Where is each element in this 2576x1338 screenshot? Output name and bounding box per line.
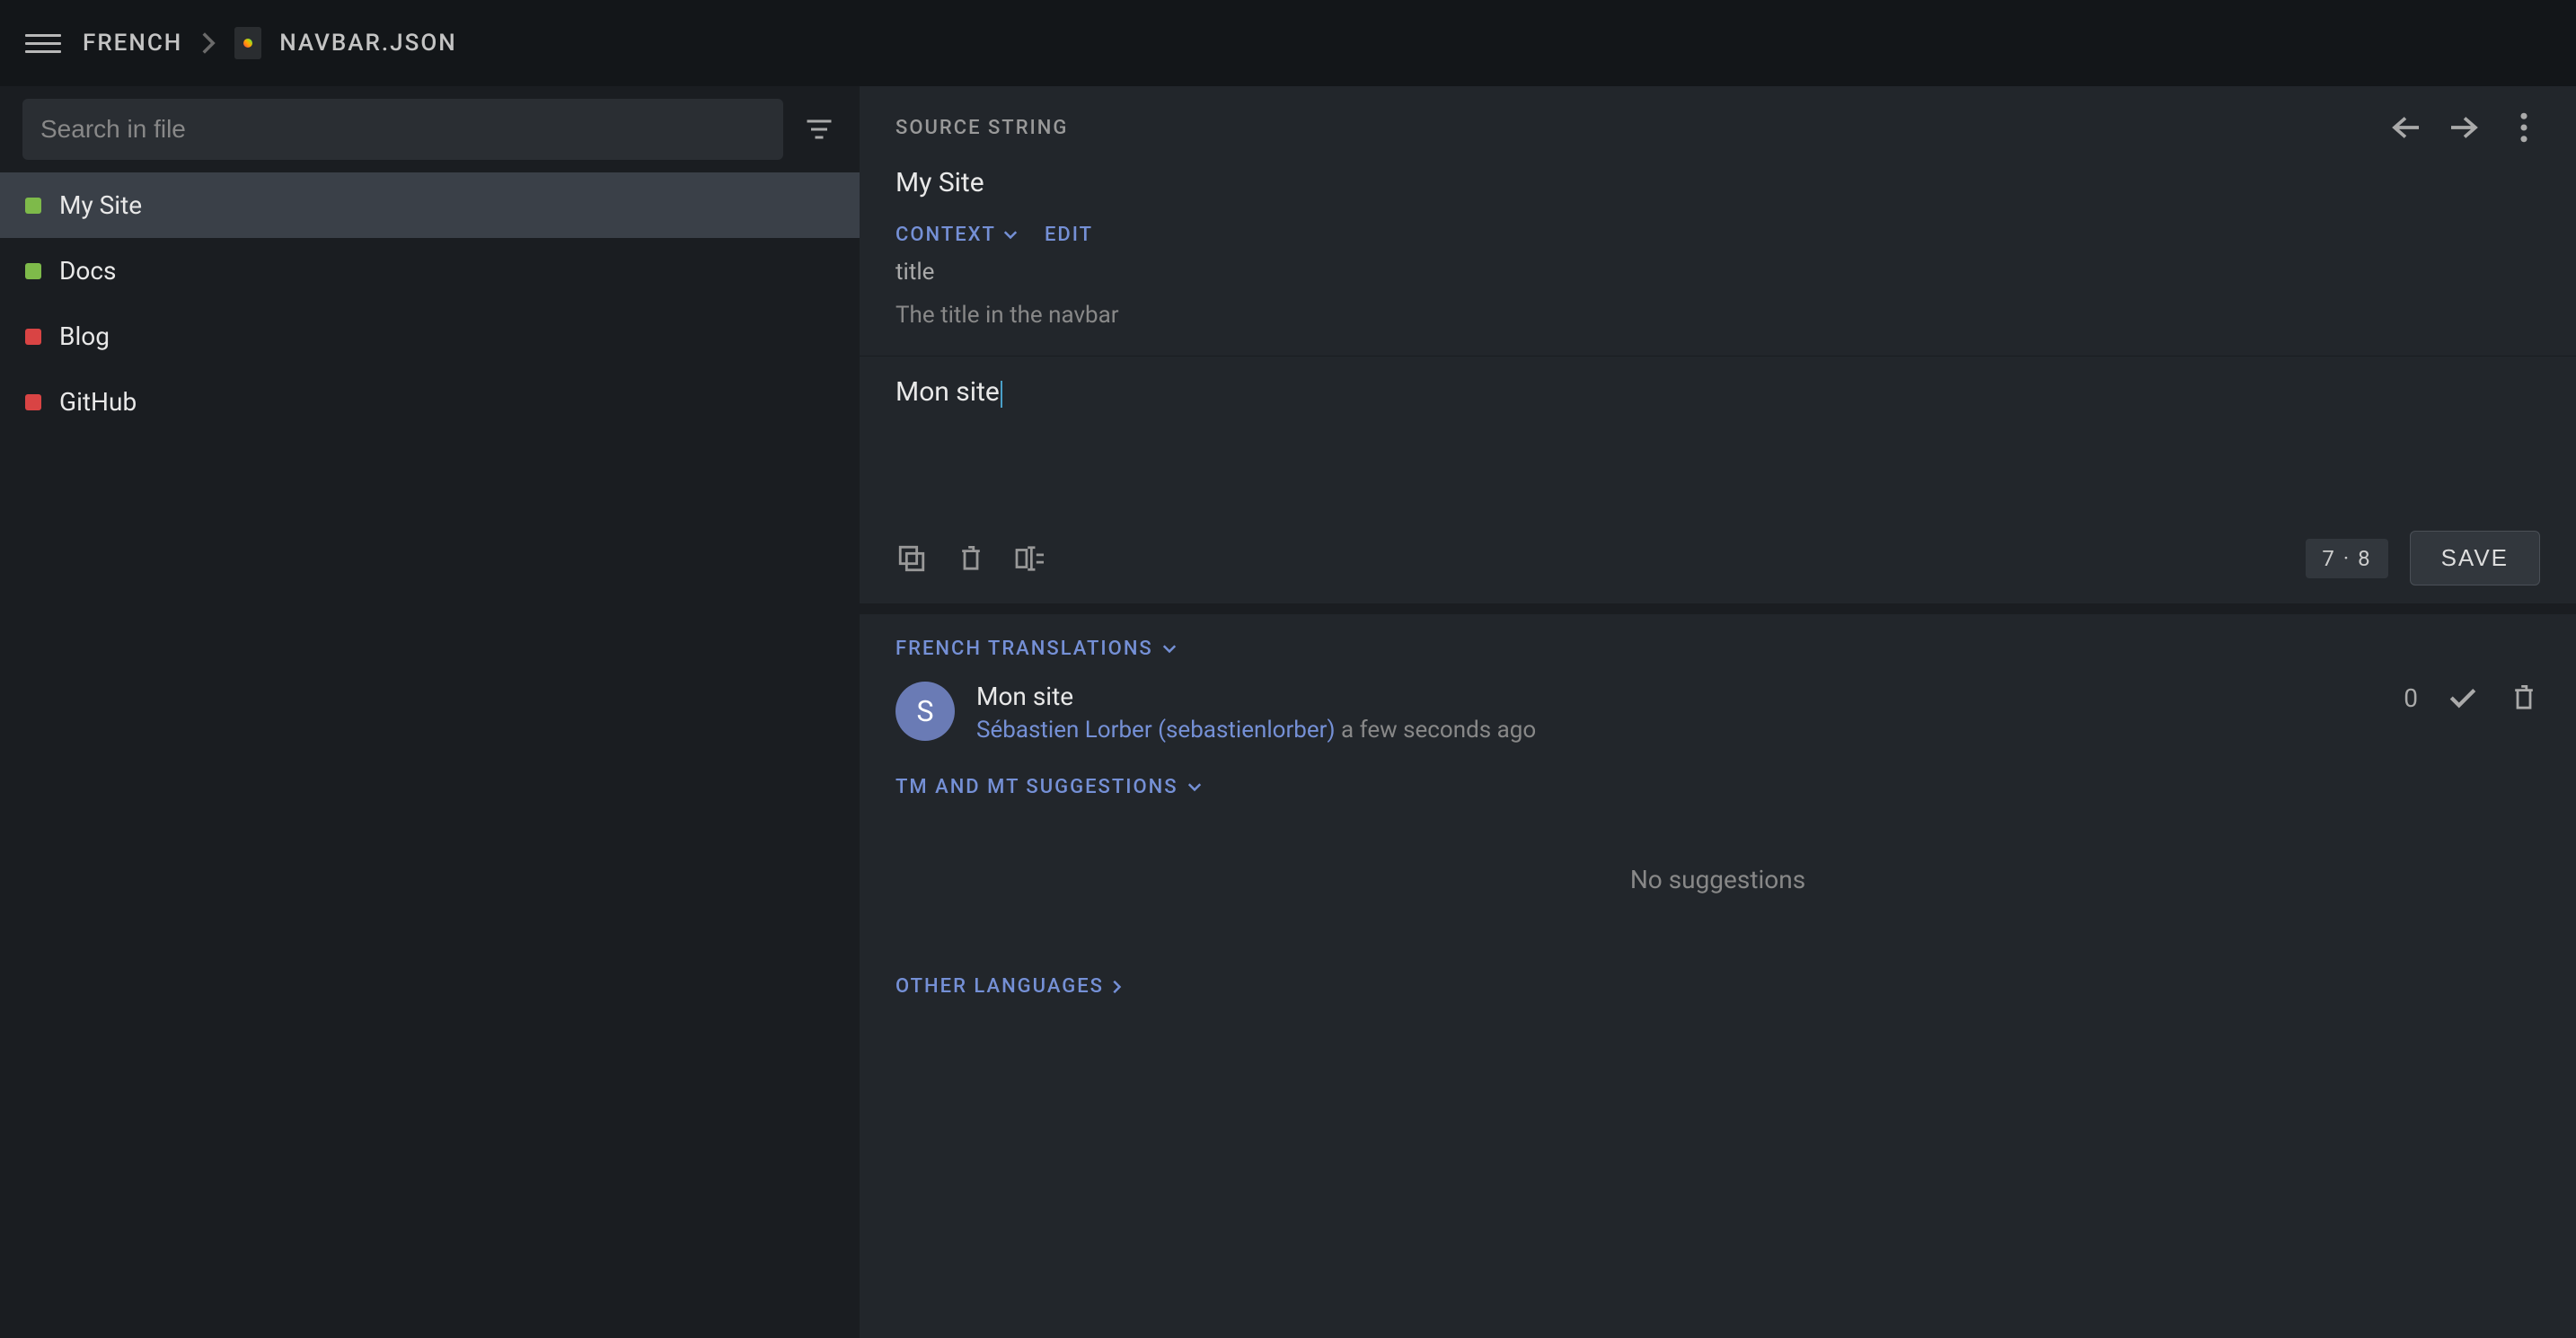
- string-item[interactable]: My Site: [0, 172, 860, 238]
- sidebar: My Site Docs Blog GitHub: [0, 86, 860, 1338]
- hamburger-menu-icon[interactable]: [25, 25, 61, 61]
- translation-input[interactable]: Mon site: [860, 357, 2576, 518]
- text-cursor: [1001, 381, 1002, 408]
- prev-string-icon[interactable]: [2389, 111, 2422, 144]
- avatar[interactable]: S: [895, 682, 955, 741]
- character-count: 7 · 8: [2306, 539, 2387, 578]
- approve-icon[interactable]: [2447, 682, 2479, 714]
- string-item-label: My Site: [59, 190, 142, 220]
- string-item[interactable]: Blog: [0, 304, 860, 369]
- edit-context-button[interactable]: EDIT: [1045, 224, 1093, 246]
- translation-author[interactable]: Sébastien Lorber (sebastienlorber): [976, 717, 1336, 744]
- app-header: FRENCH NAVBAR.JSON: [0, 0, 2576, 86]
- string-item-label: Blog: [59, 321, 110, 351]
- suggestions-section-header[interactable]: TM AND MT SUGGESTIONS: [895, 776, 2540, 798]
- text-tool-icon[interactable]: [1014, 542, 1046, 575]
- translation-timestamp: a few seconds ago: [1341, 717, 1536, 744]
- copy-source-icon[interactable]: [895, 542, 928, 575]
- divider: [860, 603, 2576, 614]
- next-string-icon[interactable]: [2448, 111, 2481, 144]
- no-suggestions-message: No suggestions: [895, 820, 2540, 939]
- string-list: My Site Docs Blog GitHub: [0, 172, 860, 435]
- breadcrumb-language[interactable]: FRENCH: [83, 30, 182, 57]
- chevron-down-icon: [1162, 645, 1177, 654]
- chevron-right-icon: [1113, 980, 1122, 994]
- status-dot-icon: [25, 263, 41, 279]
- editor-content: SOURCE STRING My Site CONTEXT EDIT titl: [860, 86, 2576, 1338]
- source-string-label: SOURCE STRING: [895, 117, 1068, 139]
- save-button[interactable]: SAVE: [2410, 531, 2540, 585]
- clear-translation-icon[interactable]: [955, 542, 987, 575]
- chevron-right-icon: [200, 31, 216, 56]
- translation-entry: S Mon site Sébastien Lorber (sebastienlo…: [895, 682, 2540, 744]
- context-section-label[interactable]: CONTEXT: [895, 224, 1018, 246]
- context-description: The title in the navbar: [860, 291, 2576, 356]
- status-dot-icon: [25, 329, 41, 345]
- string-item[interactable]: GitHub: [0, 369, 860, 435]
- chevron-down-icon: [1003, 231, 1018, 240]
- vote-count: 0: [2404, 683, 2418, 713]
- status-dot-icon: [25, 198, 41, 214]
- more-options-icon[interactable]: [2508, 111, 2540, 144]
- delete-translation-icon[interactable]: [2508, 682, 2540, 714]
- search-input[interactable]: [22, 99, 783, 160]
- context-key: title: [860, 246, 2576, 291]
- breadcrumb: FRENCH NAVBAR.JSON: [83, 27, 457, 59]
- string-item-label: Docs: [59, 256, 116, 286]
- string-item-label: GitHub: [59, 387, 137, 417]
- filter-icon[interactable]: [801, 111, 837, 147]
- translations-section-header[interactable]: FRENCH TRANSLATIONS: [895, 638, 2540, 660]
- status-dot-icon: [25, 394, 41, 410]
- source-string-value: My Site: [860, 153, 2576, 224]
- translation-text: Mon site: [976, 682, 2382, 711]
- breadcrumb-file[interactable]: NAVBAR.JSON: [279, 30, 456, 57]
- string-item[interactable]: Docs: [0, 238, 860, 304]
- chevron-down-icon: [1187, 783, 1202, 792]
- json-file-icon: [234, 27, 261, 59]
- other-languages-section-header[interactable]: OTHER LANGUAGES: [895, 975, 2540, 998]
